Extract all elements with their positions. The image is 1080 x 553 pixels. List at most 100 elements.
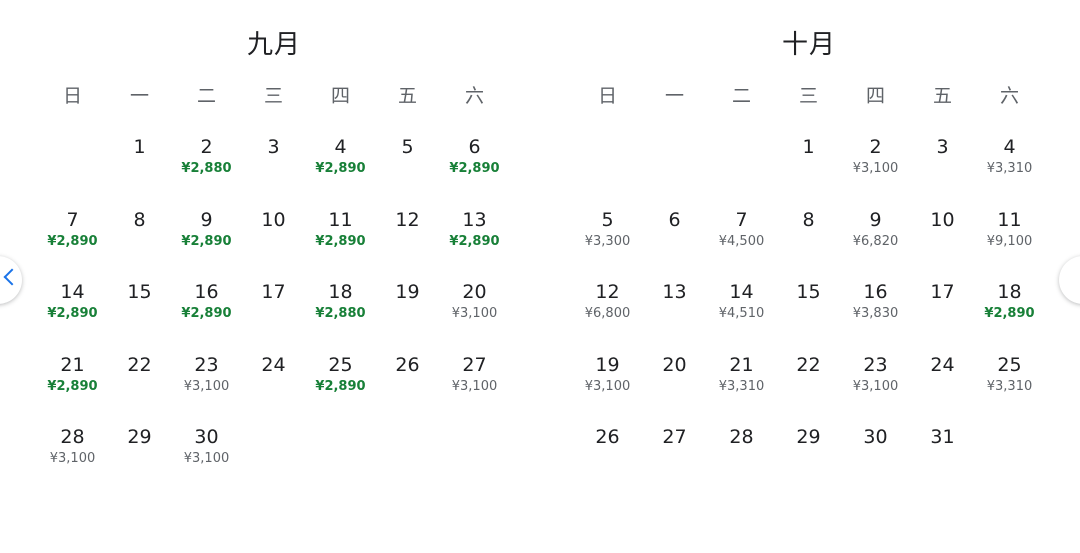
- day-cell[interactable]: 1: [775, 135, 842, 208]
- next-month-button[interactable]: [1059, 256, 1080, 304]
- day-price: ¥2,890: [984, 306, 1035, 321]
- weekday-wed: 三: [263, 85, 283, 107]
- day-number: 17: [930, 281, 955, 303]
- day-number: 28: [729, 426, 754, 448]
- day-cell[interactable]: 18 ¥2,890: [976, 280, 1043, 353]
- day-number: 27: [462, 353, 487, 376]
- day-cell[interactable]: 11 ¥9,100: [976, 208, 1043, 281]
- day-cell[interactable]: 6: [641, 208, 708, 281]
- day-number: 20: [662, 353, 687, 376]
- day-price: ¥3,100: [451, 306, 498, 321]
- day-cell[interactable]: 31: [909, 425, 976, 498]
- day-number: 12: [395, 208, 420, 231]
- day-cell[interactable]: 4 ¥2,890: [307, 135, 374, 208]
- day-cell[interactable]: 13 ¥2,890: [441, 208, 508, 281]
- day-cell[interactable]: 26: [374, 353, 441, 426]
- day-number: 10: [261, 208, 286, 231]
- day-cell[interactable]: 12 ¥6,800: [574, 280, 641, 353]
- day-number: 26: [595, 426, 620, 448]
- day-cell[interactable]: 5 ¥3,300: [574, 208, 641, 281]
- day-number: 21: [60, 353, 85, 376]
- day-cell[interactable]: 21 ¥3,310: [708, 353, 775, 426]
- empty-cell: [708, 135, 775, 208]
- day-price: ¥4,510: [718, 306, 765, 321]
- empty-cell: [641, 135, 708, 208]
- day-cell[interactable]: 16 ¥2,890: [173, 280, 240, 353]
- day-cell[interactable]: 30 ¥3,100: [173, 425, 240, 498]
- day-number: 11: [328, 208, 353, 231]
- day-cell[interactable]: 30: [842, 425, 909, 498]
- day-cell[interactable]: 27 ¥3,100: [441, 353, 508, 426]
- day-cell[interactable]: 8: [106, 208, 173, 281]
- day-cell[interactable]: 2 ¥2,880: [173, 135, 240, 208]
- previous-month-button[interactable]: [0, 256, 22, 304]
- day-cell[interactable]: 6 ¥2,890: [441, 135, 508, 208]
- day-price: ¥3,100: [183, 451, 230, 466]
- day-cell[interactable]: 11 ¥2,890: [307, 208, 374, 281]
- day-cell[interactable]: 21 ¥2,890: [39, 353, 106, 426]
- day-cell[interactable]: 27: [641, 425, 708, 498]
- day-cell[interactable]: 17: [909, 280, 976, 353]
- day-cell[interactable]: 26: [574, 425, 641, 498]
- day-cell[interactable]: 9 ¥2,890: [173, 208, 240, 281]
- weekday-header: 日 一 二 三 四 五 六: [39, 84, 509, 108]
- day-cell[interactable]: 8: [775, 208, 842, 281]
- month-title: 九月: [246, 30, 301, 60]
- day-cell[interactable]: 29: [106, 425, 173, 498]
- day-cell[interactable]: 16 ¥3,830: [842, 280, 909, 353]
- day-cell[interactable]: 12: [374, 208, 441, 281]
- day-cell[interactable]: 28 ¥3,100: [39, 425, 106, 498]
- day-cell[interactable]: 7 ¥4,500: [708, 208, 775, 281]
- day-cell[interactable]: 23 ¥3,100: [173, 353, 240, 426]
- weekday-mon: 一: [664, 85, 684, 107]
- day-cell[interactable]: 13: [641, 280, 708, 353]
- day-cell[interactable]: 20: [641, 353, 708, 426]
- day-cell[interactable]: 7 ¥2,890: [39, 208, 106, 281]
- day-cell[interactable]: 3: [909, 135, 976, 208]
- day-number: 23: [863, 353, 888, 376]
- day-cell[interactable]: 19 ¥3,100: [574, 353, 641, 426]
- weekday-wed: 三: [798, 85, 818, 107]
- day-cell[interactable]: 23 ¥3,100: [842, 353, 909, 426]
- day-number: 4: [1003, 136, 1016, 158]
- day-cell[interactable]: 25 ¥3,310: [976, 353, 1043, 426]
- day-cell[interactable]: 24: [909, 353, 976, 426]
- weekday-sat: 六: [999, 85, 1019, 107]
- day-cell[interactable]: 18 ¥2,880: [307, 280, 374, 353]
- day-cell[interactable]: 19: [374, 280, 441, 353]
- day-cell[interactable]: 22: [106, 353, 173, 426]
- day-price: ¥3,100: [852, 378, 899, 394]
- day-cell[interactable]: 5: [374, 135, 441, 208]
- day-cell[interactable]: 15: [775, 280, 842, 353]
- day-cell[interactable]: 9 ¥6,820: [842, 208, 909, 281]
- day-cell[interactable]: 4 ¥3,310: [976, 135, 1043, 208]
- day-cell[interactable]: 25 ¥2,890: [307, 353, 374, 426]
- day-number: 21: [729, 353, 754, 376]
- day-grid: 1 2 ¥3,100 3 4 ¥3,310 5 ¥3,300 6 7 ¥4,500 8 9 ¥6,820 1…: [574, 135, 1044, 498]
- day-price: ¥3,830: [852, 306, 899, 321]
- day-cell[interactable]: 29: [775, 425, 842, 498]
- day-cell[interactable]: 20 ¥3,100: [441, 280, 508, 353]
- day-cell[interactable]: 10: [240, 208, 307, 281]
- day-cell[interactable]: 3: [240, 135, 307, 208]
- day-price: ¥6,800: [584, 306, 631, 321]
- day-number: 2: [869, 136, 882, 158]
- day-cell[interactable]: 28: [708, 425, 775, 498]
- day-price: ¥3,100: [852, 161, 899, 176]
- day-cell[interactable]: 17: [240, 280, 307, 353]
- day-number: 13: [662, 281, 687, 303]
- day-price: ¥9,100: [986, 233, 1033, 249]
- day-cell[interactable]: 2 ¥3,100: [842, 135, 909, 208]
- day-cell[interactable]: 14 ¥4,510: [708, 280, 775, 353]
- day-number: 31: [930, 426, 955, 448]
- day-cell[interactable]: 14 ¥2,890: [39, 280, 106, 353]
- day-cell[interactable]: 10: [909, 208, 976, 281]
- day-price: ¥2,890: [449, 233, 500, 249]
- day-cell[interactable]: 15: [106, 280, 173, 353]
- day-cell[interactable]: 22: [775, 353, 842, 426]
- day-cell[interactable]: 24: [240, 353, 307, 426]
- day-cell[interactable]: 1: [106, 135, 173, 208]
- weekday-sat: 六: [464, 85, 484, 107]
- day-price: ¥3,310: [986, 378, 1033, 394]
- day-number: 8: [802, 208, 815, 231]
